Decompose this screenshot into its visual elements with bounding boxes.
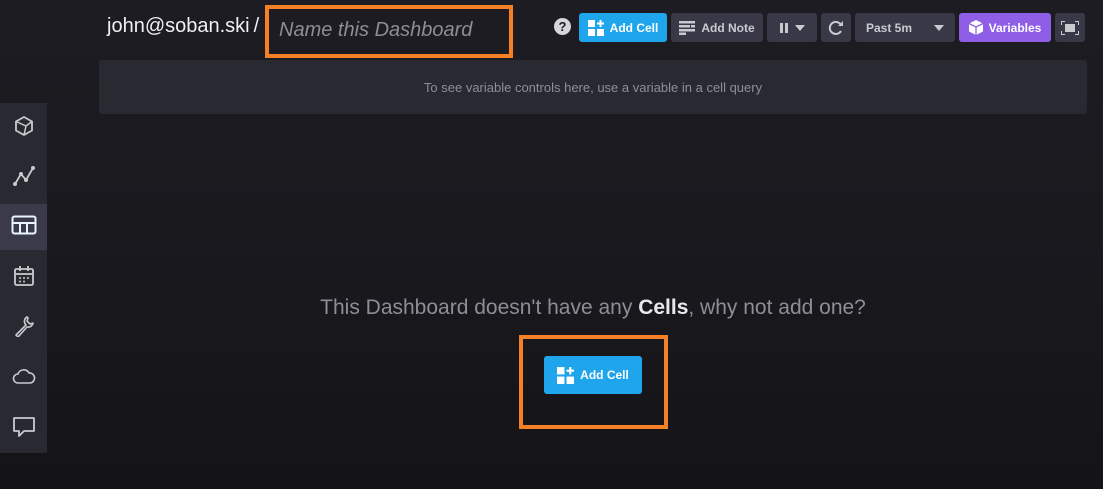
- sidebar-item-dashboards[interactable]: [0, 204, 47, 250]
- variables-control-bar: To see variable controls here, use a var…: [99, 60, 1087, 114]
- autorefresh-dropdown[interactable]: [767, 13, 817, 42]
- variables-label: Variables: [988, 20, 1042, 35]
- variables-button[interactable]: Variables: [959, 13, 1051, 42]
- feedback-icon: [12, 416, 36, 443]
- presentation-mode-button[interactable]: [1055, 13, 1085, 42]
- add-cell-icon: [587, 19, 604, 36]
- time-range-dropdown[interactable]: Past 5m: [855, 13, 955, 42]
- refresh-button[interactable]: [821, 13, 851, 42]
- empty-state-text-bold: Cells: [638, 296, 689, 319]
- add-cell-label: Add Cell: [609, 20, 659, 35]
- breadcrumb-org: john@soban.ski: [107, 15, 250, 37]
- chevron-down-icon: [934, 24, 944, 31]
- sidebar-item-data-explorer[interactable]: [0, 105, 47, 151]
- fullscreen-icon: [1061, 20, 1079, 35]
- variables-hint: To see variable controls here, use a var…: [423, 79, 763, 95]
- help-icon[interactable]: ?: [554, 18, 571, 35]
- dashboards-icon: [11, 215, 37, 240]
- add-cell-icon: [557, 366, 575, 384]
- empty-state-text-after: , why not add one?: [688, 296, 866, 319]
- empty-state-text-before: This Dashboard doesn't have any: [320, 296, 639, 319]
- breadcrumb: john@soban.ski /: [107, 15, 259, 38]
- graph-icon: [12, 164, 36, 193]
- cloud-icon: [12, 368, 36, 389]
- empty-state-add-cell-button[interactable]: Add Cell: [544, 356, 642, 394]
- sidebar-item-graph[interactable]: [0, 155, 47, 201]
- chevron-down-icon: [794, 24, 805, 31]
- dashboard-name-input[interactable]: [279, 19, 503, 42]
- pause-icon: [779, 22, 788, 33]
- empty-state-message: This Dashboard doesn't have any Cells, w…: [0, 296, 1103, 320]
- add-cell-button[interactable]: Add Cell: [579, 13, 667, 42]
- add-note-label: Add Note: [701, 20, 755, 35]
- data-explorer-icon: [13, 115, 35, 142]
- calendar-icon: [13, 265, 35, 292]
- sidebar: [0, 103, 47, 453]
- sidebar-item-feedback[interactable]: [0, 406, 47, 452]
- sidebar-item-tasks[interactable]: [0, 255, 47, 301]
- sidebar-item-cloud[interactable]: [0, 355, 47, 401]
- add-note-button[interactable]: Add Note: [671, 13, 763, 42]
- empty-state-add-cell-label: Add Cell: [580, 368, 629, 382]
- note-icon: [679, 20, 696, 35]
- refresh-icon: [828, 20, 844, 36]
- breadcrumb-separator: /: [253, 15, 260, 37]
- dashboard-name-highlight: [265, 5, 513, 58]
- time-range-label: Past 5m: [866, 20, 913, 35]
- cube-icon: [968, 20, 983, 35]
